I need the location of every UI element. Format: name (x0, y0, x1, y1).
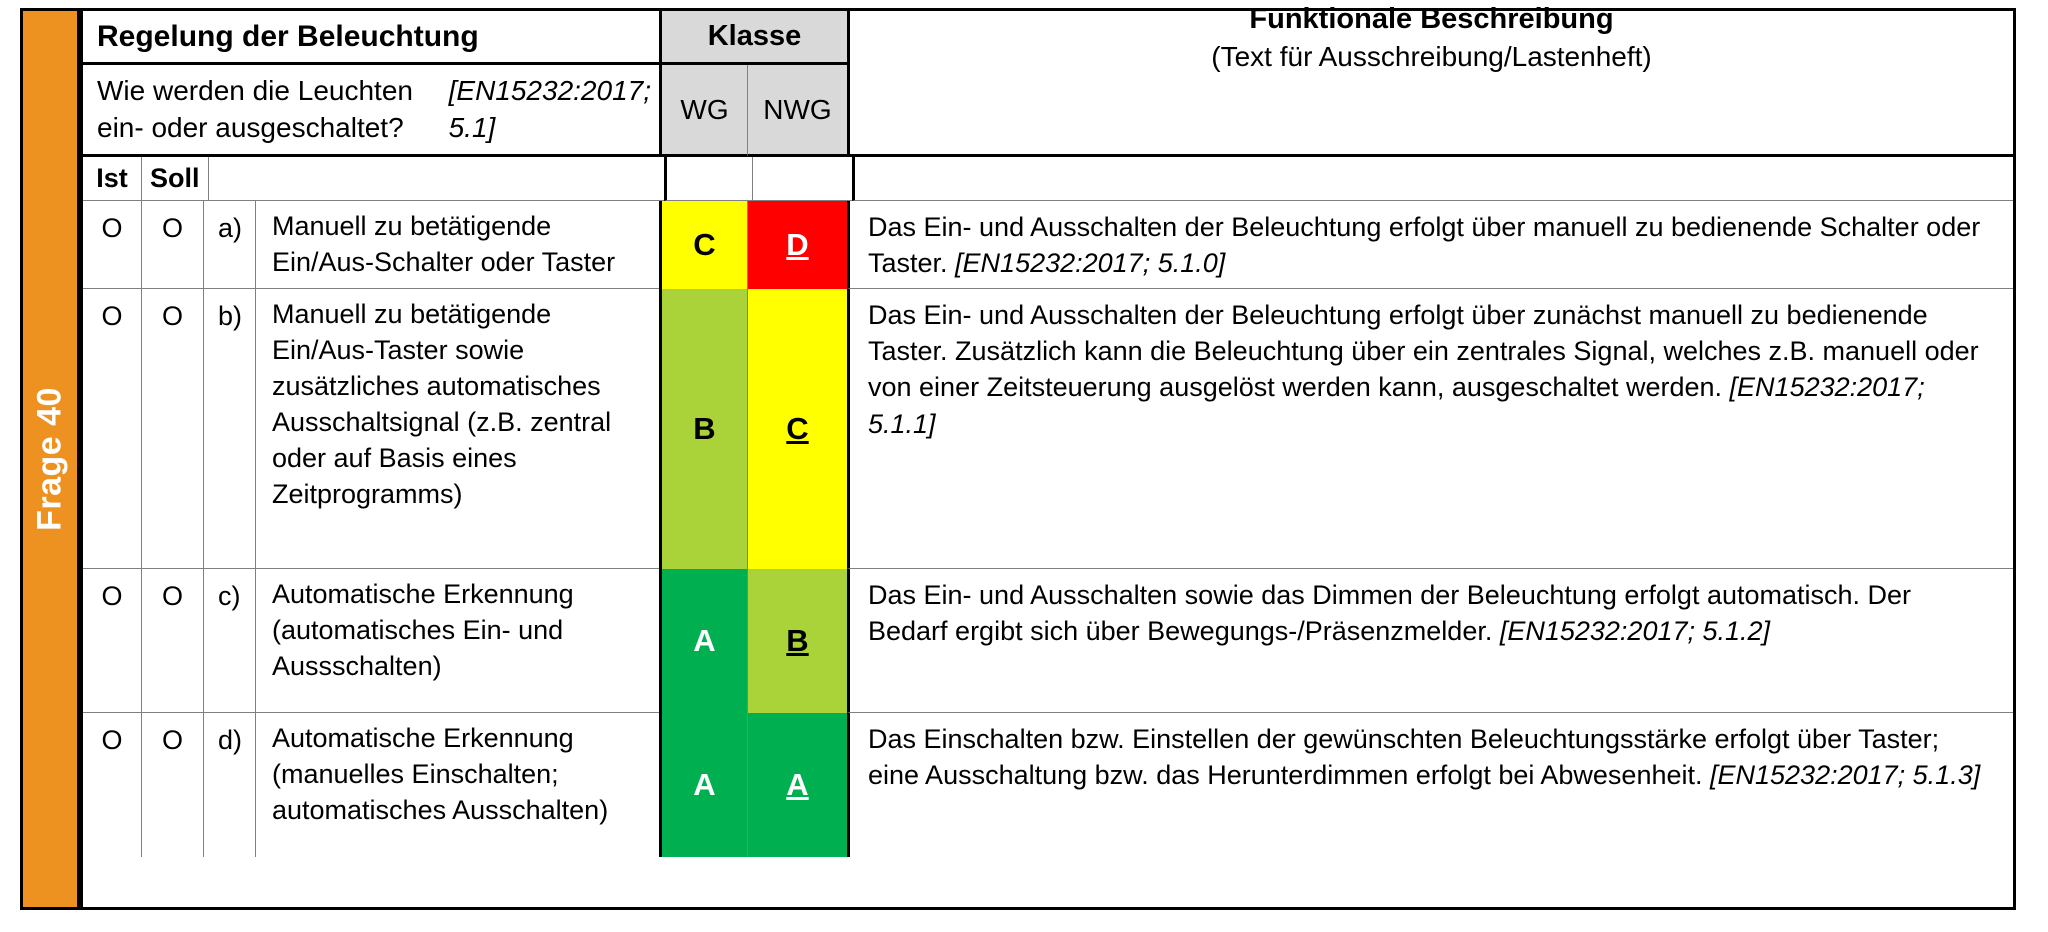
nwg-spacer-cell (751, 157, 852, 201)
soll-checkbox-d[interactable]: O (141, 713, 203, 857)
func-title: Funktionale Beschreibung (1249, 2, 1614, 35)
nwg-class-b: C (747, 289, 847, 569)
section-title-cell: Regelung der Beleuchtung (83, 11, 659, 65)
option-text-value: Manuell zu betätigende Ein/Aus-Taster so… (272, 299, 612, 509)
ist-value: O (101, 301, 123, 331)
wg-class-value: A (693, 767, 716, 803)
soll-checkbox-a[interactable]: O (141, 201, 203, 289)
letter-header-cell (207, 157, 260, 201)
func-description-text: Das Ein- und Ausschalten der Beleuchtung… (858, 293, 2005, 446)
wg-spacer-cell (663, 157, 752, 201)
option-letter-b: b) (203, 289, 255, 569)
wg-class-value: C (693, 227, 716, 263)
func-description-reference: [EN15232:2017; 5.1.0] (955, 248, 1226, 279)
funktionale-beschreibung-header: Funktionale Beschreibung (Text für Aussc… (858, 3, 2005, 72)
ist-checkbox-c[interactable]: O (83, 569, 141, 713)
funktionale-beschreibung-header-spacer (847, 65, 2013, 157)
option-letter-a: a) (203, 201, 255, 289)
ist-value: O (101, 581, 123, 611)
table-row[interactable]: O O a) Manuell zu betätigende Ein/Aus-Sc… (83, 201, 2013, 289)
option-letter-value: b) (218, 301, 243, 331)
nwg-class-c: B (747, 569, 847, 713)
option-text-value: Manuell zu betätigende Ein/Aus-Schalter … (272, 211, 616, 277)
func-description-b: Das Ein- und Ausschalten der Beleuchtung… (847, 289, 2013, 569)
wg-header-cell: WG (659, 65, 747, 157)
nwg-class-value: A (786, 767, 809, 803)
ist-value: O (101, 213, 123, 243)
nwg-header-cell: NWG (747, 65, 847, 157)
question-text-reference: [EN15232:2017; 5.1] (448, 75, 651, 143)
option-text-value: Automatische Erkennung (manuelles Einsch… (272, 723, 609, 825)
funktionale-beschreibung-header-cell: Funktionale Beschreibung (Text für Aussc… (847, 3, 2013, 72)
table-header-row-title: Regelung der Beleuchtung Klasse Funktion… (83, 3, 2013, 72)
table-row[interactable]: O O c) Automatische Erkennung (automatis… (83, 569, 2013, 713)
question-number-tab: Frage 40 (20, 8, 80, 910)
func-description-a: Das Ein- und Ausschalten der Beleuchtung… (847, 201, 2013, 289)
soll-header-label: Soll (150, 163, 200, 193)
klasse-header-cell: Klasse (659, 11, 847, 65)
nwg-class-a: D (747, 201, 847, 289)
ist-checkbox-d[interactable]: O (83, 713, 141, 857)
func-description-text: Das Ein- und Ausschalten der Beleuchtung… (858, 205, 2005, 285)
option-text-d: Automatische Erkennung (manuelles Einsch… (255, 713, 659, 857)
option-text-a: Manuell zu betätigende Ein/Aus-Schalter … (255, 201, 659, 289)
option-letter-value: d) (218, 725, 243, 755)
nwg-header-label: NWG (763, 93, 832, 125)
question-text: Wie werden die Leuchten ein- oder ausges… (91, 69, 651, 150)
soll-checkbox-b[interactable]: O (141, 289, 203, 569)
ist-header-label: Ist (96, 163, 128, 193)
option-text-b: Manuell zu betätigende Ein/Aus-Taster so… (255, 289, 659, 569)
klasse-header-label: Klasse (707, 20, 802, 53)
nwg-class-value: D (786, 227, 809, 263)
soll-value: O (161, 725, 183, 755)
soll-header-cell: Soll (141, 157, 208, 201)
option-letter-c: c) (203, 569, 255, 713)
option-letter-value: c) (218, 581, 241, 611)
table-grid: Regelung der Beleuchtung Klasse Funktion… (80, 3, 2016, 910)
wg-header-label: WG (680, 93, 729, 125)
option-text-c: Automatische Erkennung (automatisches Ei… (255, 569, 659, 713)
func-description-reference: [EN15232:2017; 5.1.3] (1710, 760, 1981, 791)
table-header-row-question: Wie werden die Leuchten ein- oder ausges… (83, 65, 2013, 157)
wg-class-c: A (659, 569, 747, 713)
question-text-main: Wie werden die Leuchten ein- oder ausges… (97, 75, 413, 143)
question-table: Frage 40 Regelung der Beleuchtung Klasse… (20, 3, 2016, 910)
table-row[interactable]: O O b) Manuell zu betätigende Ein/Aus-Ta… (83, 289, 2013, 569)
soll-value: O (161, 213, 183, 243)
section-title: Regelung der Beleuchtung (97, 20, 479, 53)
func-description-text: Das Einschalten bzw. Einstellen der gewü… (858, 717, 2005, 797)
wg-class-a: C (659, 201, 747, 289)
func-spacer-cell (851, 157, 2013, 201)
nwg-class-value: C (786, 411, 809, 447)
func-description-d: Das Einschalten bzw. Einstellen der gewü… (847, 713, 2013, 857)
table-header-row-istsoll: Ist Soll (83, 157, 2013, 201)
func-description-c: Das Ein- und Ausschalten sowie das Dimme… (847, 569, 2013, 713)
soll-checkbox-c[interactable]: O (141, 569, 203, 713)
wg-class-value: B (693, 411, 716, 447)
ist-header-cell: Ist (83, 157, 141, 201)
questionnaire-page: Frage 40 Regelung der Beleuchtung Klasse… (0, 0, 2048, 932)
func-description-reference: [EN15232:2017; 5.1.2] (1499, 616, 1771, 647)
ist-checkbox-b[interactable]: O (83, 289, 141, 569)
nwg-class-value: B (786, 623, 809, 659)
option-letter-d: d) (203, 713, 255, 857)
wg-class-value: A (693, 623, 716, 659)
soll-value: O (161, 581, 183, 611)
soll-value: O (161, 301, 183, 331)
option-header-cell (259, 157, 664, 201)
nwg-class-d: A (747, 713, 847, 857)
wg-class-d: A (659, 713, 747, 857)
ist-checkbox-a[interactable]: O (83, 201, 141, 289)
option-text-value: Automatische Erkennung (automatisches Ei… (272, 579, 574, 681)
wg-class-b: B (659, 289, 747, 569)
ist-value: O (101, 725, 123, 755)
option-letter-value: a) (218, 213, 243, 243)
table-row[interactable]: O O d) Automatische Erkennung (manuelles… (83, 713, 2013, 857)
question-text-cell: Wie werden die Leuchten ein- oder ausges… (83, 65, 659, 157)
question-number-label: Frage 40 (30, 387, 69, 531)
func-description-text: Das Ein- und Ausschalten sowie das Dimme… (858, 573, 2005, 653)
